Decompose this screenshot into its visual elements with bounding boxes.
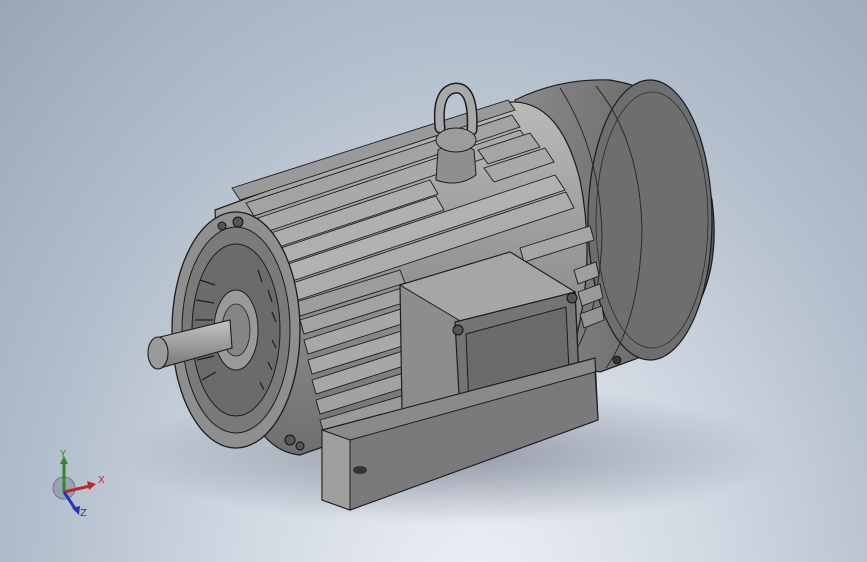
x-axis-arrowhead-icon — [87, 481, 96, 490]
view-orientation-triad[interactable] — [44, 448, 114, 524]
end-shield-bolt-icon — [232, 216, 244, 228]
foot-bolt-hole-icon — [353, 466, 367, 474]
end-shield-bolt-icon — [217, 221, 227, 231]
graphics-viewport[interactable]: Y X Z — [0, 0, 867, 562]
lifting-eye-bolt[interactable] — [433, 82, 478, 184]
end-shield-bolt-icon — [295, 441, 305, 451]
end-shield-bolt-icon — [284, 434, 296, 446]
z-axis-label: Z — [80, 508, 87, 519]
x-axis-label: X — [98, 475, 105, 486]
y-axis-label: Y — [60, 449, 67, 460]
motor-model[interactable] — [0, 0, 867, 562]
cover-screw-icon — [566, 292, 578, 304]
cover-screw-icon — [452, 324, 464, 336]
